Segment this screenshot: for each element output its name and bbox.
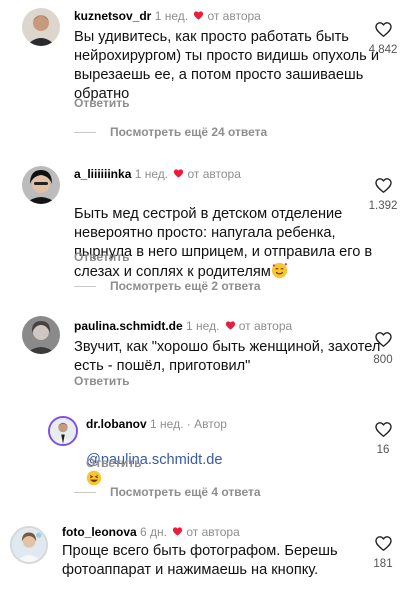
view-more-replies-label[interactable]: Посмотреть ещё 4 ответа — [110, 485, 261, 499]
comment-text: Проще всего быть фотографом. Берешь фото… — [62, 543, 338, 578]
thread-line — [74, 132, 96, 134]
avatar[interactable] — [10, 526, 48, 564]
comment-time: 6 дн. — [140, 525, 167, 539]
heart-outline-icon[interactable] — [363, 420, 403, 439]
avatar[interactable] — [22, 8, 60, 46]
author-badge: Автор — [194, 417, 227, 431]
author-like-heart-icon — [172, 525, 183, 541]
comment-username[interactable]: paulina.schmidt.de — [74, 319, 183, 333]
comment-text: Вы удивитесь, как просто работать быть н… — [74, 29, 379, 102]
reply-button[interactable]: Ответить — [74, 374, 129, 388]
comment-time: 1 нед. — [134, 167, 169, 181]
author-like-label: от автора — [207, 9, 261, 23]
author-like-label: от автора — [186, 525, 240, 539]
avatar[interactable] — [22, 316, 60, 354]
comment-username[interactable]: a_liiiiiinka — [74, 167, 131, 181]
like-button[interactable]: 1.392 — [363, 176, 403, 212]
reply-button[interactable]: Ответить — [74, 250, 129, 264]
heart-outline-icon[interactable] — [363, 534, 403, 553]
thread-line — [74, 286, 96, 288]
author-like-heart-icon — [225, 319, 236, 335]
heart-outline-icon[interactable] — [363, 330, 403, 349]
comment-time: 1 нед. — [186, 319, 220, 333]
heart-outline-icon[interactable] — [363, 176, 403, 195]
view-more-replies-label[interactable]: Посмотреть ещё 24 ответа — [110, 125, 267, 139]
heart-outline-icon[interactable] — [363, 20, 403, 39]
comment-username[interactable]: kuznetsov_dr — [74, 9, 151, 23]
like-button[interactable]: 4.842 — [363, 20, 403, 56]
like-count: 4.842 — [368, 44, 398, 56]
author-avatar[interactable] — [48, 416, 78, 446]
like-count: 16 — [376, 444, 390, 456]
view-more-replies-label[interactable]: Посмотреть ещё 2 ответа — [110, 279, 261, 293]
view-more-replies[interactable]: Посмотреть ещё 2 ответа — [74, 279, 261, 293]
smiling-face-with-hearts-icon — [271, 262, 288, 285]
author-like-label: от автора — [238, 319, 293, 333]
like-count: 800 — [373, 354, 393, 366]
reply-button[interactable]: Ответить — [74, 96, 129, 110]
comment-username[interactable]: foto_leonova — [62, 525, 137, 539]
thread-line — [74, 492, 96, 494]
like-count: 1.392 — [368, 200, 398, 212]
like-count: 181 — [373, 558, 393, 570]
author-like-label: от автора — [187, 167, 241, 181]
author-like-heart-icon — [173, 167, 184, 183]
comment-time: 1 нед. — [154, 9, 189, 23]
comment-text: Звучит, как "хорошо быть женщиной, захот… — [74, 339, 381, 374]
like-button[interactable]: 16 — [363, 420, 403, 456]
view-more-replies[interactable]: Посмотреть ещё 4 ответа — [74, 485, 261, 499]
view-more-replies[interactable]: Посмотреть ещё 24 ответа — [74, 125, 267, 139]
reply-button[interactable]: Ответить — [86, 456, 141, 470]
avatar[interactable] — [22, 166, 60, 204]
reply-time: 1 нед. — [150, 417, 184, 431]
author-like-heart-icon — [193, 9, 204, 25]
comment-text: Быть мед сестрой в детском отделение нев… — [74, 206, 373, 280]
reply-username[interactable]: dr.lobanov — [86, 417, 147, 431]
like-button[interactable]: 181 — [363, 534, 403, 570]
like-button[interactable]: 800 — [363, 330, 403, 366]
